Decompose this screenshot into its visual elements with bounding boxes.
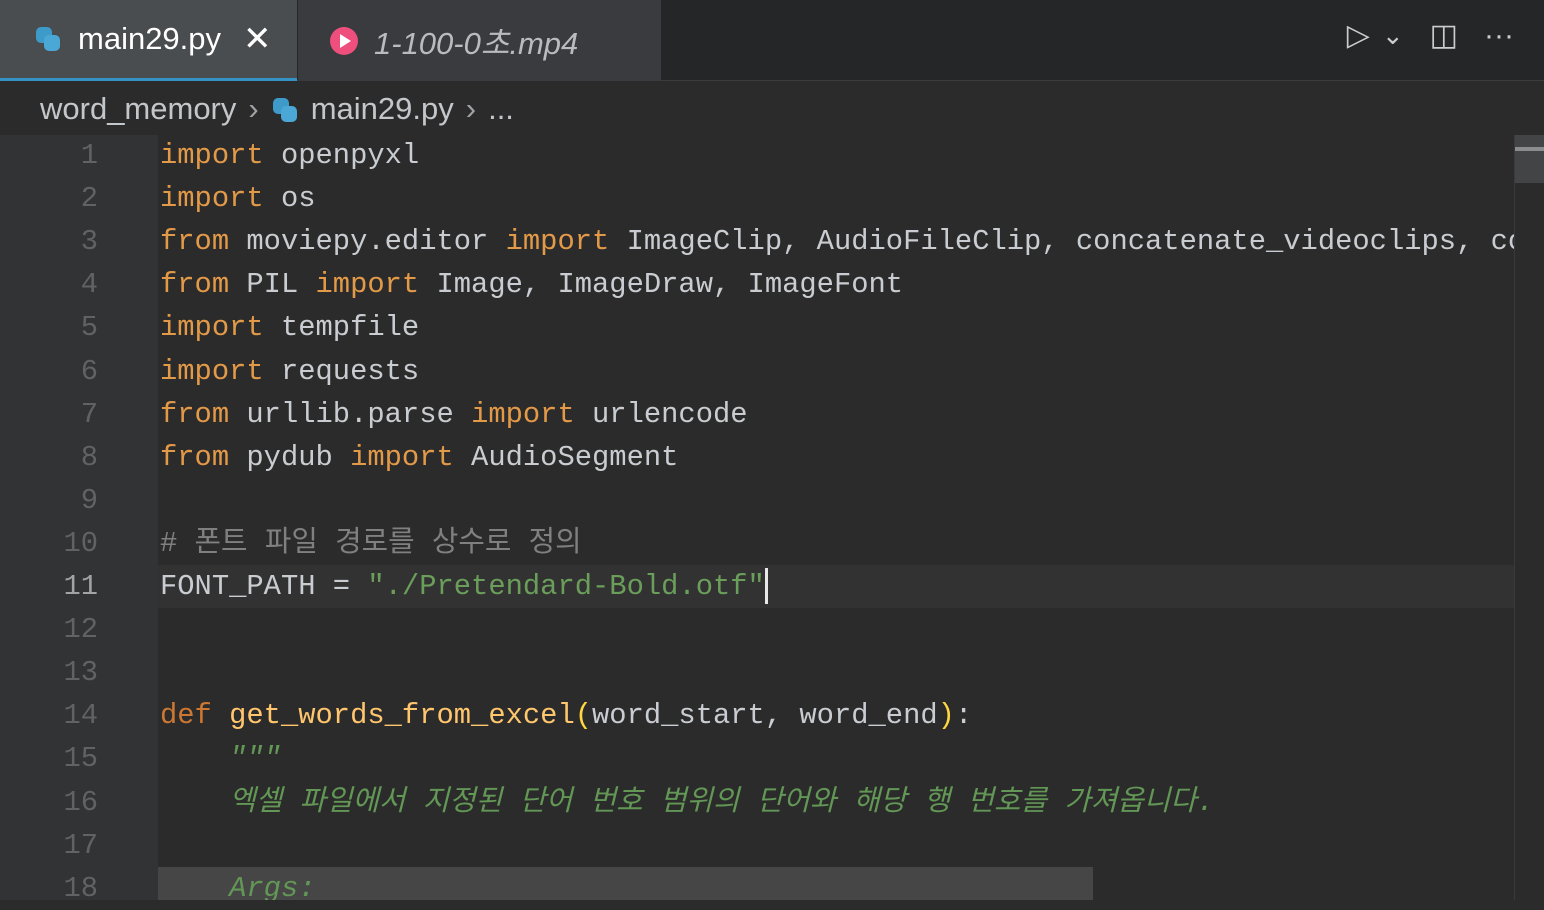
tab-bar: main29.py ✕ 1-100-0초.mp4 ▷ ⌄ ◫ ··· xyxy=(0,0,1544,81)
line-number: 13 xyxy=(63,656,98,690)
code-token: import xyxy=(160,182,264,216)
code-line: import tempfile xyxy=(160,306,419,349)
breadcrumb: word_memory › main29.py › ... xyxy=(0,82,1544,135)
run-icon[interactable]: ▷ xyxy=(1347,18,1370,53)
code-token: # 폰트 파일 경로를 상수로 정의 xyxy=(160,526,582,560)
line-number: 16 xyxy=(63,785,98,819)
scrollbar[interactable] xyxy=(1514,135,1544,900)
play-circle-icon xyxy=(330,26,358,55)
line-number: 8 xyxy=(80,440,98,474)
code-token: pydub xyxy=(229,440,351,474)
code-token: ImageClip, AudioFileClip, concatenate_vi… xyxy=(609,225,1514,259)
line-number: 5 xyxy=(80,311,98,345)
code-line: import os xyxy=(160,177,316,220)
scrollbar-thumb[interactable] xyxy=(1515,135,1544,183)
line-number: 10 xyxy=(63,526,98,560)
code-token: """ xyxy=(160,742,281,776)
code-line: from urllib.parse import urlencode xyxy=(160,393,748,436)
code-token: import xyxy=(505,225,610,259)
code-line: Args: xyxy=(160,867,316,900)
tab-main29-py[interactable]: main29.py ✕ xyxy=(0,0,297,81)
line-number: 9 xyxy=(80,483,98,517)
line-number: 7 xyxy=(80,397,98,431)
close-icon[interactable]: ✕ xyxy=(243,19,272,59)
tab-label: main29.py xyxy=(78,21,222,56)
code-token: AudioSegment xyxy=(453,440,679,474)
breadcrumb-folder[interactable]: word_memory xyxy=(40,91,236,127)
code-line: from PIL import Image, ImageDraw, ImageF… xyxy=(160,263,903,306)
code-line: from pydub import AudioSegment xyxy=(160,436,678,479)
code-token: urlencode xyxy=(574,397,748,431)
split-editor-icon[interactable]: ◫ xyxy=(1430,18,1458,53)
code-token: Image, ImageDraw, ImageFont xyxy=(419,268,904,302)
line-number: 14 xyxy=(63,699,98,733)
line-number: 17 xyxy=(63,828,98,862)
code-token: tempfile xyxy=(263,311,420,345)
code-token: FONT_PATH = xyxy=(160,570,368,603)
code-token: Args: xyxy=(160,871,316,900)
code-line: 엑셀 파일에서 지정된 단어 번호 범위의 단어와 해당 행 번호를 가져옵니다… xyxy=(160,781,1214,824)
code-token: requests xyxy=(263,354,420,388)
line-number-gutter: 1 2 3 4 5 6 7 8 9 10 11 12 13 14 15 16 17 18 xyxy=(0,135,158,905)
code-line: from moviepy.editor import ImageClip, Au… xyxy=(160,220,1514,263)
chevron-right-icon: › xyxy=(248,90,259,126)
code-token: import xyxy=(350,440,454,474)
line-number: 12 xyxy=(63,613,98,647)
code-token: ) xyxy=(937,699,955,733)
tab-label: 1-100-0초.mp4 xyxy=(374,26,579,61)
code-line: import openpyxl xyxy=(160,135,419,177)
line-number: 15 xyxy=(63,742,98,776)
code-token: ( xyxy=(574,699,593,733)
line-number: 4 xyxy=(80,268,98,302)
line-number: 18 xyxy=(63,871,98,905)
code-token: "./Pretendard-Bold.otf" xyxy=(367,570,765,603)
line-number: 11 xyxy=(63,570,98,603)
code-token: moviepy.editor xyxy=(229,225,506,259)
more-icon[interactable]: ··· xyxy=(1484,19,1514,53)
code-line: """ xyxy=(160,737,281,780)
code-line: FONT_PATH = "./Pretendard-Bold.otf" xyxy=(160,565,768,608)
python-icon xyxy=(271,96,297,122)
code-token: os xyxy=(263,182,316,216)
python-icon xyxy=(34,25,62,53)
text-caret xyxy=(764,568,768,605)
code-line: import requests xyxy=(160,350,419,393)
code-line: def get_words_from_excel(word_start, wor… xyxy=(160,694,972,737)
line-number: 3 xyxy=(80,225,98,259)
code-token: from xyxy=(160,268,230,302)
code-token: import xyxy=(315,268,420,302)
code-token: def xyxy=(160,699,212,733)
code-token: import xyxy=(471,397,575,431)
code-token: from xyxy=(160,397,230,431)
code-token: import xyxy=(160,311,264,345)
code-token: from xyxy=(160,440,230,474)
line-number: 2 xyxy=(80,182,98,216)
code-token: 엑셀 파일에서 지정된 단어 번호 범위의 단어와 해당 행 번호를 가져옵니다… xyxy=(160,785,1215,819)
code-token: word_start, word_end xyxy=(592,699,938,733)
code-token: : xyxy=(954,699,973,733)
code-token: openpyxl xyxy=(263,139,420,172)
code-line: # 폰트 파일 경로를 상수로 정의 xyxy=(160,522,582,565)
line-number: 6 xyxy=(80,354,98,388)
chevron-down-icon[interactable]: ⌄ xyxy=(1382,20,1404,51)
code-token: import xyxy=(160,354,264,388)
breadcrumb-more[interactable]: ... xyxy=(488,91,514,127)
code-token: import xyxy=(160,139,264,172)
code-token: urllib.parse xyxy=(229,397,472,431)
line-number: 1 xyxy=(80,139,98,172)
code-editor[interactable]: import openpyxl import os from moviepy.edi… xyxy=(158,135,1514,900)
tab-mp4[interactable]: 1-100-0초.mp4 xyxy=(298,0,661,81)
code-token: get_words_from_excel xyxy=(229,699,575,733)
chevron-right-icon: › xyxy=(465,90,477,126)
code-token: from xyxy=(160,225,230,259)
breadcrumb-file[interactable]: main29.py xyxy=(311,91,454,127)
code-token: PIL xyxy=(229,268,316,302)
